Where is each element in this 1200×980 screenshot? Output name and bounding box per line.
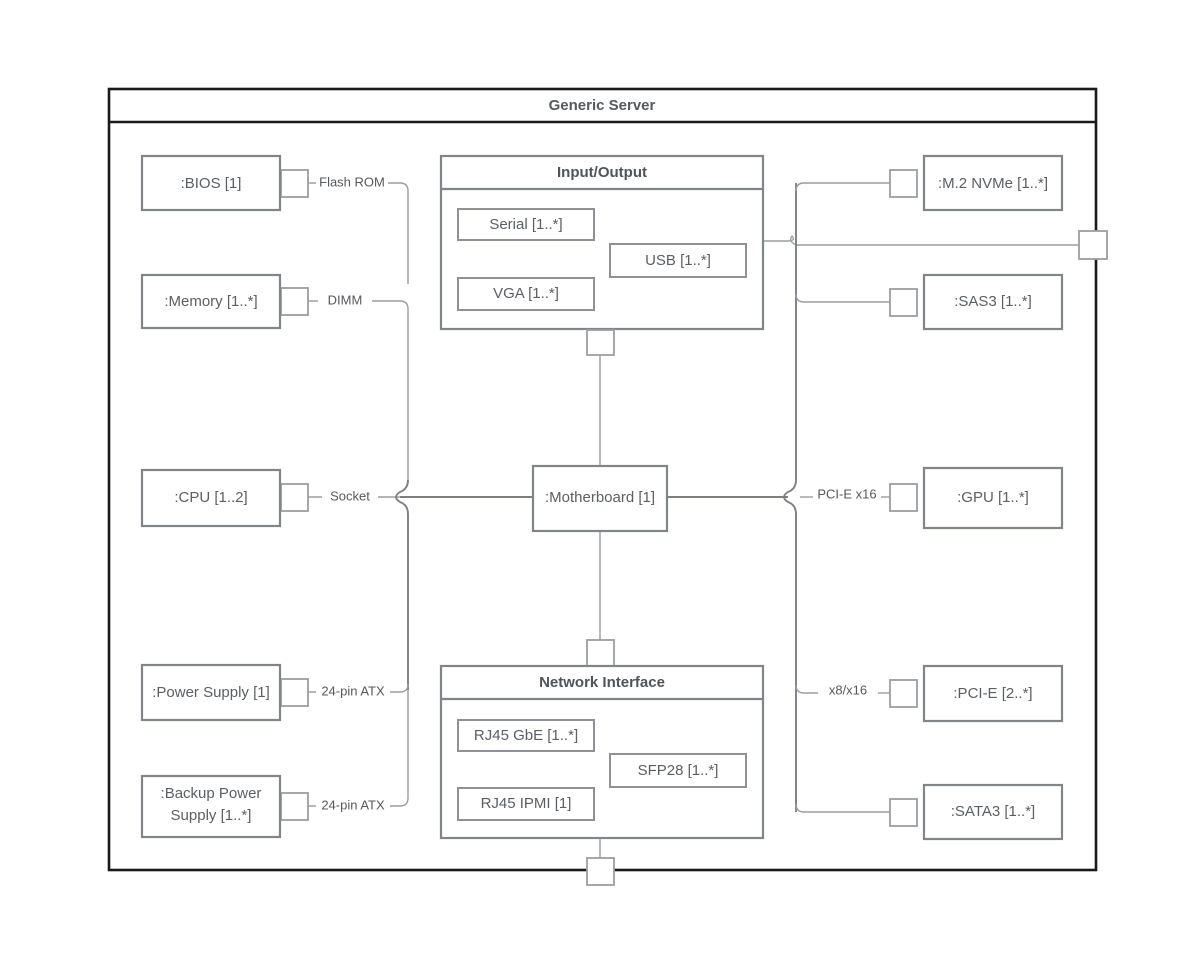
component-m2-nvme-label: :M.2 NVMe [1..*] (938, 175, 1048, 192)
component-gpu-label: :GPU [1..*] (957, 489, 1029, 506)
part-serial-label: Serial [1..*] (489, 216, 562, 233)
port-network-interface-top[interactable] (586, 639, 615, 667)
port-m2-nvme[interactable] (889, 169, 918, 198)
component-sata3-label: :SATA3 [1..*] (951, 803, 1035, 820)
part-rj45-gbe-label: RJ45 GbE [1..*] (474, 727, 578, 744)
component-motherboard-label: :Motherboard [1] (545, 489, 655, 506)
connector-label-pcie-x16: PCI-E x16 (817, 486, 876, 501)
port-memory[interactable] (280, 287, 309, 316)
port-cpu[interactable] (280, 483, 309, 512)
component-power-supply-label: :Power Supply [1] (152, 684, 270, 701)
part-sfp28-label: SFP28 [1..*] (638, 762, 719, 779)
connector-label-pcie-x8-x16: x8/x16 (829, 682, 867, 697)
component-sas3-label: :SAS3 [1..*] (954, 293, 1032, 310)
component-memory-label: :Memory [1..*] (164, 293, 257, 310)
port-backup-power-supply[interactable] (280, 792, 309, 821)
composite-network-interface-title: Network Interface (539, 674, 665, 691)
part-rj45-ipmi-label: RJ45 IPMI [1] (481, 795, 572, 812)
port-pcie[interactable] (889, 679, 918, 708)
component-pcie-label: :PCI-E [2..*] (953, 685, 1032, 702)
port-bios[interactable] (280, 169, 309, 198)
component-backup-power-supply-label: :Backup Power (161, 785, 262, 802)
part-vga-label: VGA [1..*] (493, 285, 559, 302)
generic-server-diagram: Generic Server Flash ROM DIMM Socket 24-… (107, 87, 1108, 886)
component-backup-power-supply-label-line2: Supply [1..*] (171, 807, 252, 824)
port-gpu[interactable] (889, 483, 918, 512)
composite-input-output[interactable]: Input/Output Serial [1..*] USB [1..*] VG… (439, 154, 765, 356)
composite-input-output-title: Input/Output (557, 164, 647, 181)
connector-label-atx-primary: 24-pin ATX (321, 683, 385, 698)
component-bios-label: :BIOS [1] (181, 175, 242, 192)
port-server-right-boundary[interactable] (1078, 230, 1108, 260)
port-power-supply[interactable] (280, 678, 309, 707)
port-input-output-bottom[interactable] (586, 329, 615, 356)
connector-label-atx-backup: 24-pin ATX (321, 797, 385, 812)
port-sata3[interactable] (889, 798, 918, 827)
component-cpu-label: :CPU [1..2] (174, 489, 247, 506)
connector-label-socket: Socket (330, 488, 370, 503)
part-usb-label: USB [1..*] (645, 252, 711, 269)
connector-label-dimm: DIMM (328, 292, 363, 307)
generic-server-title: Generic Server (549, 97, 656, 114)
port-sas3[interactable] (889, 288, 918, 317)
port-server-bottom-boundary[interactable] (586, 857, 615, 886)
composite-network-interface[interactable]: Network Interface RJ45 GbE [1..*] SFP28 … (439, 639, 765, 840)
component-motherboard[interactable]: :Motherboard [1] (531, 464, 669, 533)
component-diagram-canvas: Generic Server Flash ROM DIMM Socket 24-… (0, 0, 1200, 980)
connector-label-flash-rom: Flash ROM (319, 174, 385, 189)
